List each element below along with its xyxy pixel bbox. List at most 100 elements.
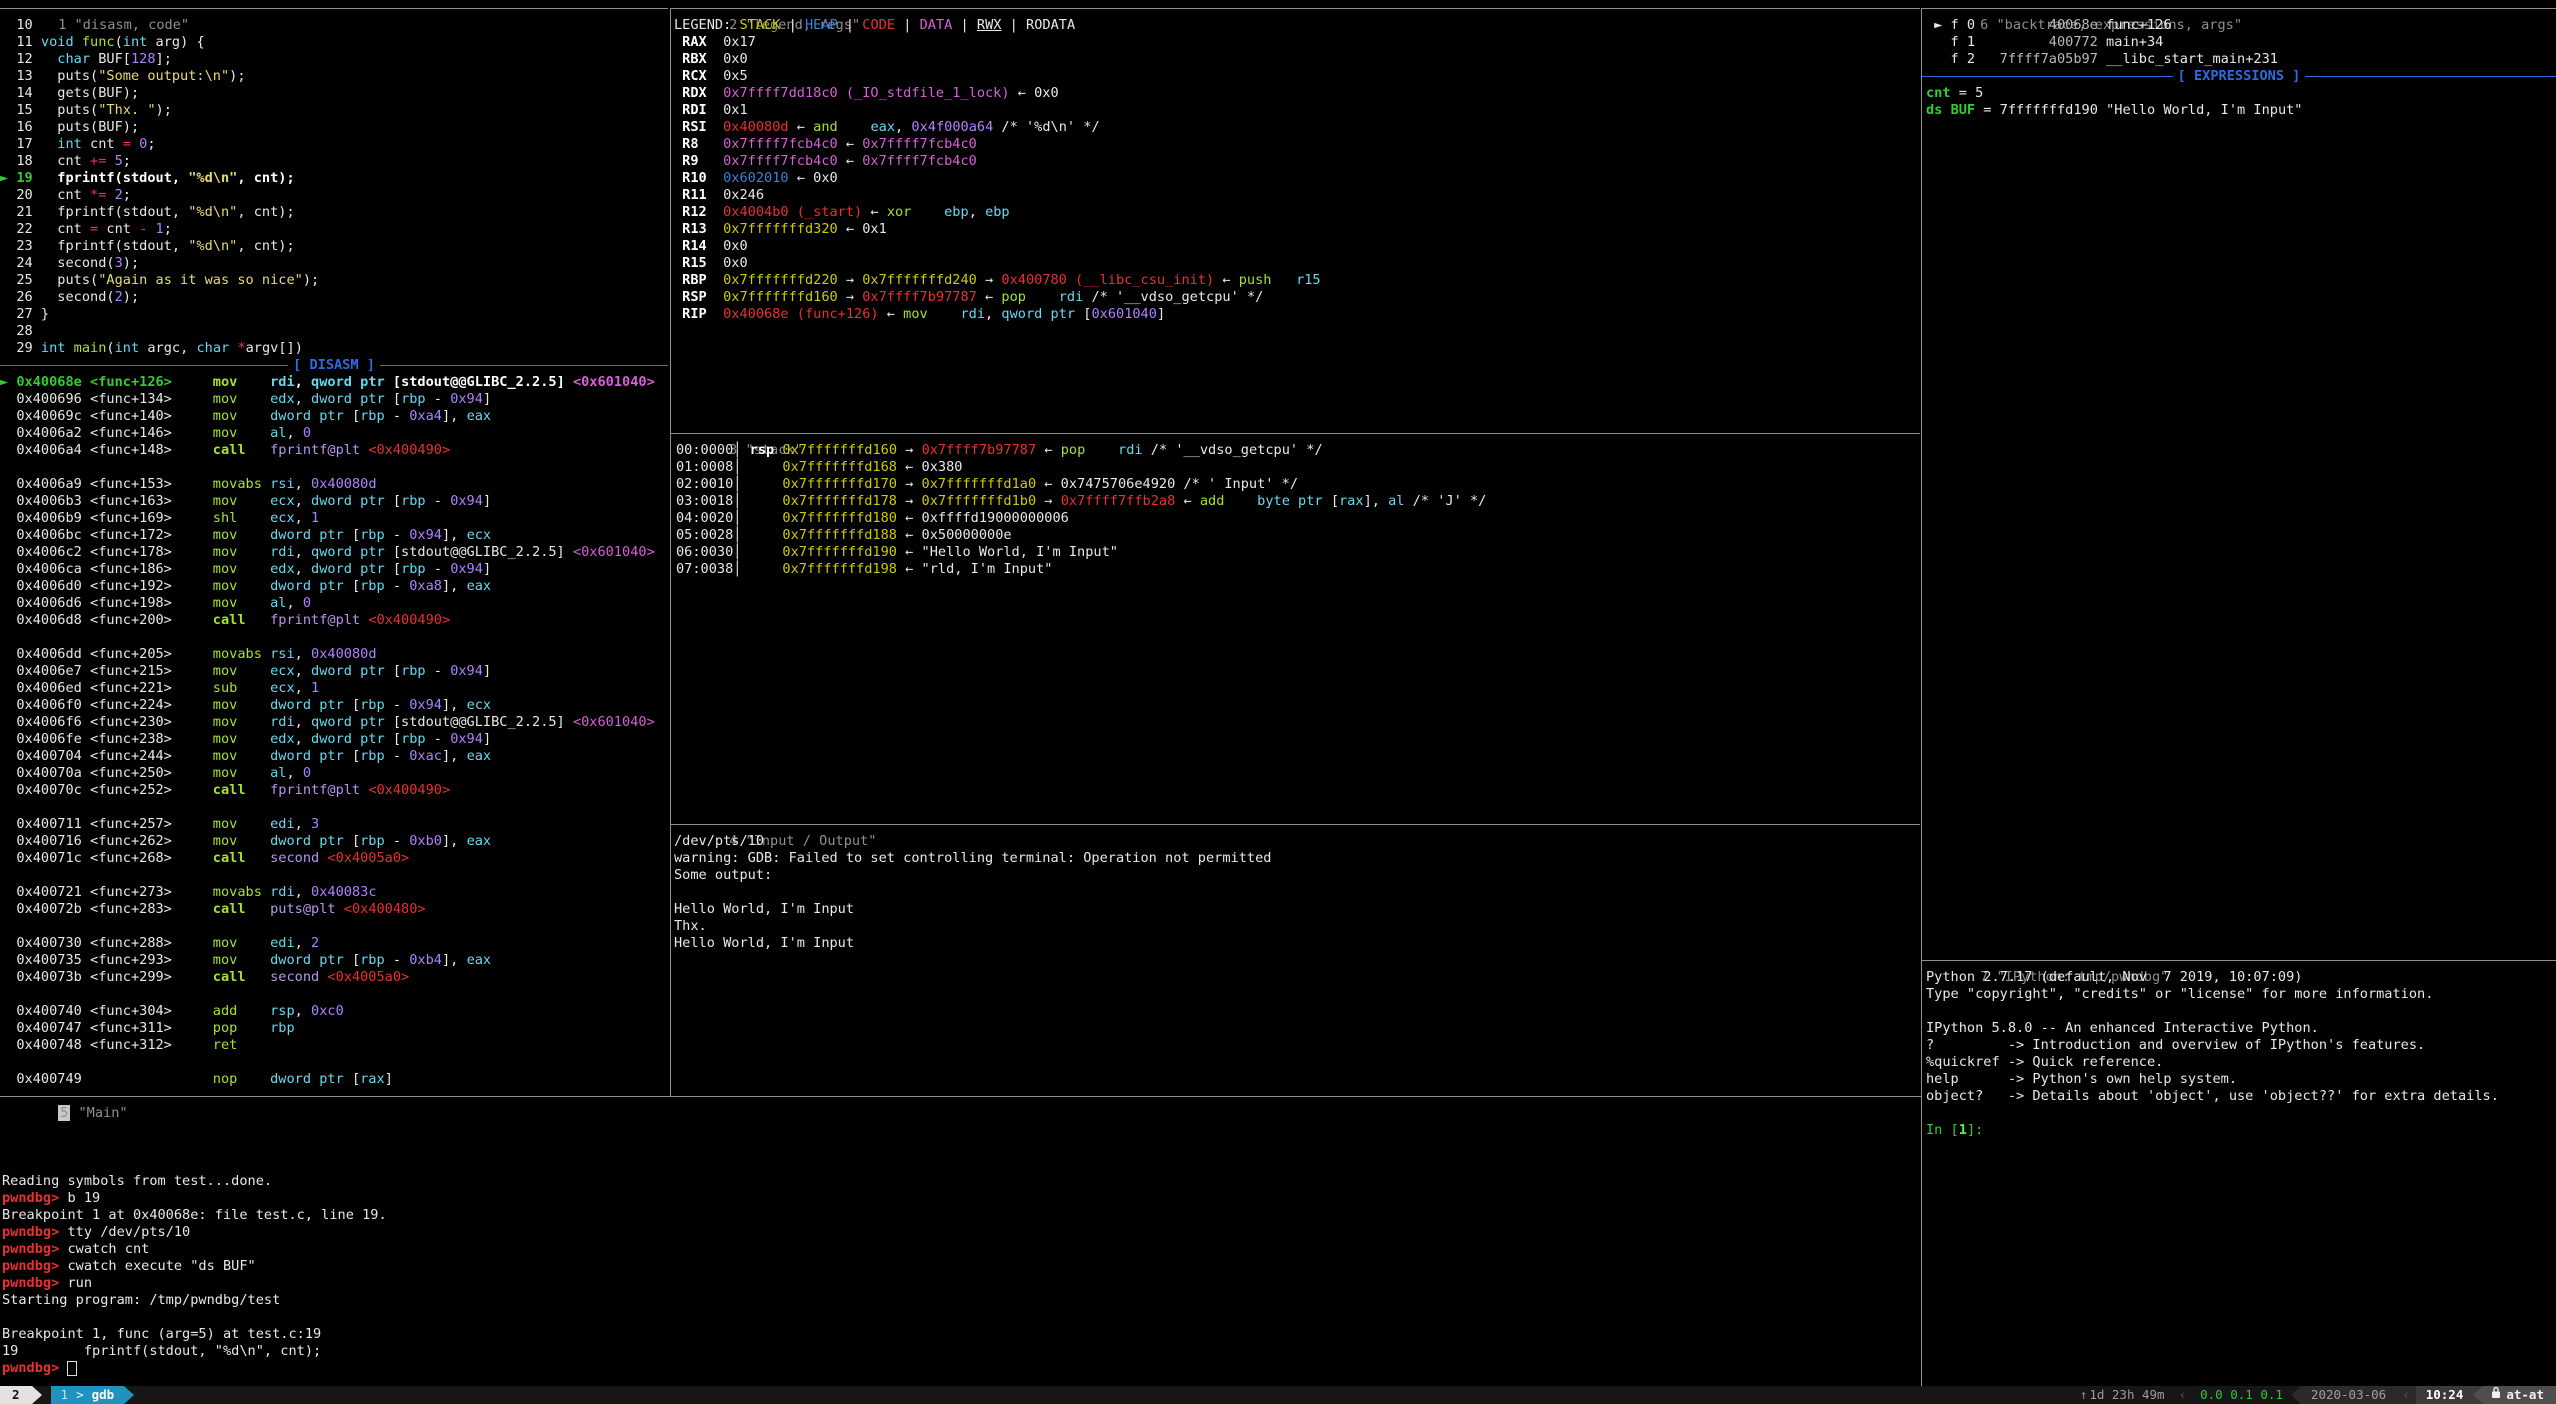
terminal-row: 18 cnt += 5;	[0, 153, 319, 170]
terminal-row: 16 puts(BUF);	[0, 119, 319, 136]
terminal-row: 0x4006fe <func+238> mov edx, dword ptr […	[0, 731, 655, 748]
pane-ipython[interactable]: 7 "IPython: tmp/pwndbg" Python 2.7.17 (d…	[1922, 952, 2556, 1386]
terminal-row: 11 void func(int arg) {	[0, 34, 319, 51]
tmux-terminal: 1 "disasm, code" 10 11 void func(int arg…	[0, 0, 2556, 1404]
expressions-divider-label: [ EXPRESSIONS ]	[2173, 68, 2306, 85]
terminal-row: 01:0008│ 0x7fffffffd168 ← 0x380	[676, 459, 1486, 476]
terminal-row: Hello World, I'm Input	[674, 935, 1271, 952]
terminal-row: 0x40069c <func+140> mov dword ptr [rbp -…	[0, 408, 655, 425]
window-index: 1	[61, 1386, 69, 1404]
terminal-row: 0x4006b3 <func+163> mov ecx, dword ptr […	[0, 493, 655, 510]
terminal-row: RIP 0x40068e (func+126) ← mov rdi, qword…	[674, 306, 1321, 323]
terminal-row: 0x4006ca <func+186> mov edx, dword ptr […	[0, 561, 655, 578]
terminal-row	[0, 918, 655, 935]
terminal-row: 0x400721 <func+273> movabs rdi, 0x40083c	[0, 884, 655, 901]
uptime-arrow-icon: ↑	[2080, 1386, 2090, 1404]
gdb-console[interactable]: Reading symbols from test...done.pwndbg>…	[2, 1105, 387, 1377]
terminal-row: RAX 0x17	[674, 34, 1321, 51]
terminal-row: Thx.	[674, 918, 1271, 935]
chevron-separator-icon: ‹	[2396, 1386, 2416, 1404]
terminal-row: 0x400696 <func+134> mov edx, dword ptr […	[0, 391, 655, 408]
pane-border-main: 5 "Main"	[0, 1088, 1921, 1105]
terminal-row: 14 gets(BUF);	[0, 85, 319, 102]
terminal-row: RBP 0x7fffffffd220 → 0x7fffffffd240 → 0x…	[674, 272, 1321, 289]
terminal-row: 21 fprintf(stdout, "%d\n", cnt);	[0, 204, 319, 221]
terminal-row	[674, 884, 1271, 901]
terminal-row: 0x4006a4 <func+148> call fprintf@plt <0x…	[0, 442, 655, 459]
terminal-row: 07:0038│ 0x7fffffffd198 ← "rld, I'm Inpu…	[676, 561, 1486, 578]
terminal-row: 28	[0, 323, 319, 340]
powerline-arrow-icon	[32, 1386, 42, 1404]
session-number: 2	[12, 1386, 20, 1404]
terminal-row: RSI 0x40080d ← and eax, 0x4f000a64 /* '%…	[674, 119, 1321, 136]
powerline-arrow-icon	[2291, 1386, 2301, 1404]
terminal-row	[0, 1054, 655, 1071]
terminal-row: Python 2.7.17 (default, Nov 7 2019, 10:0…	[1926, 969, 2499, 986]
terminal-row: 05:0028│ 0x7fffffffd188 ← 0x50000000e	[676, 527, 1486, 544]
terminal-row: ds BUF = 7fffffffd190 "Hello World, I'm …	[1926, 102, 2303, 119]
uptime-text: 1d 23h 49m	[2089, 1386, 2164, 1404]
powerline-arrow-icon	[2473, 1386, 2483, 1404]
terminal-row: cnt = 5	[1926, 85, 2303, 102]
terminal-row: pwndbg> b 19	[2, 1190, 387, 1207]
terminal-row: Type "copyright", "credits" or "license"…	[1926, 986, 2499, 1003]
pane-border-disasm-code: 1 "disasm, code"	[0, 0, 668, 17]
terminal-row: 0x40070c <func+252> call fprintf@plt <0x…	[0, 782, 655, 799]
terminal-row: 25 puts("Again as it was so nice");	[0, 272, 319, 289]
terminal-row: 12 char BUF[128];	[0, 51, 319, 68]
terminal-row: 00:0000│ rsp 0x7fffffffd160 → 0x7ffff7b9…	[676, 442, 1486, 459]
terminal-row: 0x4006a2 <func+146> mov al, 0	[0, 425, 655, 442]
terminal-row: 0x400730 <func+288> mov edi, 2	[0, 935, 655, 952]
terminal-row	[2, 1139, 387, 1156]
hostname: at-at	[2506, 1386, 2544, 1404]
terminal-row: RCX 0x5	[674, 68, 1321, 85]
status-date: 2020-03-06	[2301, 1386, 2396, 1404]
terminal-row: 03:0018│ 0x7fffffffd178 → 0x7fffffffd1b0…	[676, 493, 1486, 510]
window-tab-gdb[interactable]: 1 > gdb	[51, 1386, 125, 1404]
terminal-row: 0x4006d6 <func+198> mov al, 0	[0, 595, 655, 612]
disasm-divider: [ DISASM ]	[0, 357, 668, 374]
terminal-row: pwndbg> run	[2, 1275, 387, 1292]
terminal-row: ? -> Introduction and overview of IPytho…	[1926, 1037, 2499, 1054]
terminal-row: 0x400748 <func+312> ret	[0, 1037, 655, 1054]
pane-disasm-code[interactable]: 1 "disasm, code" 10 11 void func(int arg…	[0, 0, 670, 1088]
window-name: gdb	[92, 1386, 115, 1404]
terminal-row: help -> Python's own help system.	[1926, 1071, 2499, 1088]
terminal-row: R15 0x0	[674, 255, 1321, 272]
pane-stack[interactable]: 3 "stack" 00:0000│ rsp 0x7fffffffd160 → …	[671, 425, 1921, 816]
terminal-row: ► f 0 40068e func+126	[1926, 17, 2278, 34]
terminal-row: 22 cnt = cnt - 1;	[0, 221, 319, 238]
pane-main-gdb[interactable]: 5 "Main" Reading symbols from test...don…	[0, 1088, 1921, 1386]
terminal-row: LEGEND: STACK | HEAP | CODE | DATA | RWX…	[674, 17, 1321, 34]
disasm-divider-label: [ DISASM ]	[288, 357, 380, 374]
pane-separator-vertical-left[interactable]	[670, 8, 671, 1096]
terminal-row: 0x4006dd <func+205> movabs rsi, 0x40080d	[0, 646, 655, 663]
terminal-row: 0x400749 nop dword ptr [rax]	[0, 1071, 655, 1088]
status-clock: 10:24	[2416, 1386, 2474, 1404]
pane-border-legend-regs: 2 "legend, regs"	[671, 0, 1920, 17]
terminal-row: 19 fprintf(stdout, "%d\n", cnt);	[2, 1343, 387, 1360]
pane-legend-regs[interactable]: 2 "legend, regs" LEGEND: STACK | HEAP | …	[671, 0, 1921, 425]
expressions-list: cnt = 5ds BUF = 7fffffffd190 "Hello Worl…	[1926, 85, 2303, 119]
pane-border-stack: 3 "stack"	[671, 425, 1920, 442]
terminal-row: ► 0x40068e <func+126> mov rdi, qword ptr…	[0, 374, 655, 391]
ipython-output[interactable]: Python 2.7.17 (default, Nov 7 2019, 10:0…	[1926, 969, 2499, 1139]
terminal-row: pwndbg> cwatch cnt	[2, 1241, 387, 1258]
terminal-row: Breakpoint 1 at 0x40068e: file test.c, l…	[2, 1207, 387, 1224]
terminal-row: pwndbg>	[2, 1360, 387, 1377]
terminal-row: 02:0010│ 0x7fffffffd170 → 0x7fffffffd1a0…	[676, 476, 1486, 493]
expressions-divider: [ EXPRESSIONS ]	[1922, 68, 2556, 85]
terminal-row: Reading symbols from test...done.	[2, 1173, 387, 1190]
terminal-row: 0x40070a <func+250> mov al, 0	[0, 765, 655, 782]
terminal-row: 0x4006c2 <func+178> mov rdi, qword ptr […	[0, 544, 655, 561]
terminal-row: pwndbg> cwatch execute "ds BUF"	[2, 1258, 387, 1275]
session-badge[interactable]: 2	[0, 1386, 32, 1404]
terminal-row: R9 0x7ffff7fcb4c0 ← 0x7ffff7fcb4c0	[674, 153, 1321, 170]
pane-input-output[interactable]: 4 "Input / Output" /dev/pts/10warning: G…	[671, 816, 1921, 1088]
terminal-row: 04:0020│ 0x7fffffffd180 ← 0xffffd1900000…	[676, 510, 1486, 527]
terminal-row: ► 19 fprintf(stdout, "%d\n", cnt);	[0, 170, 319, 187]
terminal-row: 0x4006f6 <func+230> mov rdi, qword ptr […	[0, 714, 655, 731]
terminal-row: 0x4006e7 <func+215> mov ecx, dword ptr […	[0, 663, 655, 680]
pane-backtrace[interactable]: 6 "backtrace, expressions, args" ► f 0 4…	[1922, 0, 2556, 952]
pane-separator-vertical-right[interactable]	[1921, 8, 1922, 1386]
